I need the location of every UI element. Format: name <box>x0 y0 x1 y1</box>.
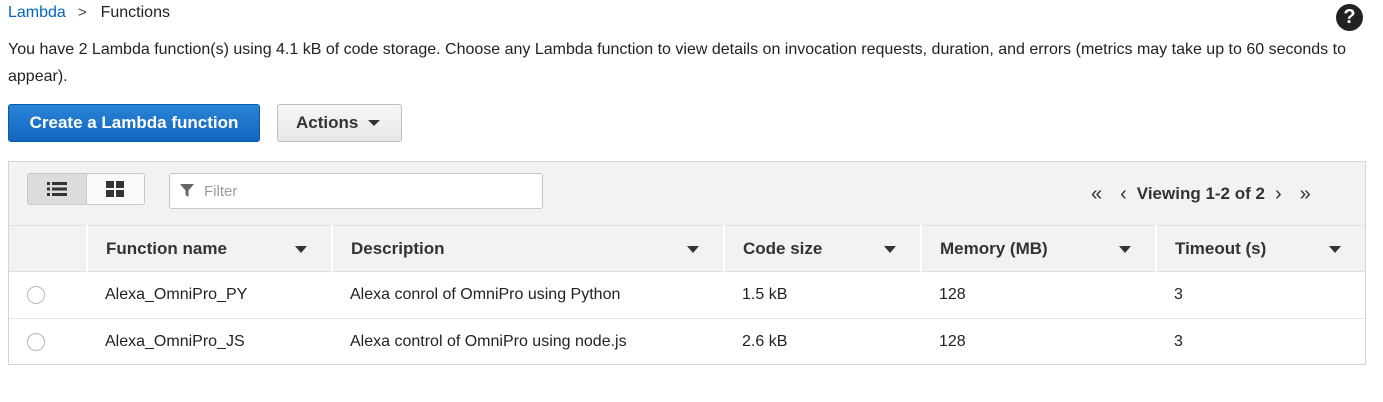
sort-caret-icon[interactable] <box>884 246 896 253</box>
next-page-icon[interactable]: › <box>1275 184 1282 204</box>
sort-caret-icon[interactable] <box>687 246 699 253</box>
last-page-icon[interactable]: » <box>1300 184 1311 204</box>
filter-input[interactable] <box>202 181 526 201</box>
list-view-icon <box>46 182 67 196</box>
breadcrumb: Lambda > Functions <box>8 3 170 23</box>
table-row[interactable]: Alexa_OmniPro_PY Alexa conrol of OmniPro… <box>9 271 1365 319</box>
code-size-cell: 2.6 kB <box>742 333 788 351</box>
timeout-cell: 3 <box>1174 333 1183 351</box>
sort-caret-icon[interactable] <box>1119 246 1131 253</box>
functions-panel: « ‹ Viewing 1-2 of 2 › » Function name <box>8 161 1366 365</box>
first-page-icon[interactable]: « <box>1091 184 1102 204</box>
lambda-functions-page: Lambda > Functions ? You have 2 Lambda f… <box>0 0 1383 402</box>
sort-caret-icon[interactable] <box>1329 246 1341 253</box>
memory-cell: 128 <box>939 333 966 351</box>
table-toolbar: « ‹ Viewing 1-2 of 2 › » <box>9 162 1365 225</box>
breadcrumb-lambda-link[interactable]: Lambda <box>8 3 66 23</box>
column-header-memory[interactable]: Memory (MB) <box>920 225 1156 272</box>
row-select-cell <box>9 271 87 319</box>
list-view-button[interactable] <box>28 174 87 204</box>
column-header-code-size[interactable]: Code size <box>723 225 921 272</box>
pagination: « ‹ Viewing 1-2 of 2 › » <box>1091 184 1311 204</box>
prev-page-icon[interactable]: ‹ <box>1120 184 1127 204</box>
intro-text: You have 2 Lambda function(s) using 4.1 … <box>8 41 1346 85</box>
create-function-button[interactable]: Create a Lambda function <box>8 104 260 142</box>
row-select-cell <box>9 319 87 366</box>
view-toggle <box>27 173 145 205</box>
grid-view-icon <box>106 181 125 197</box>
row-select-radio[interactable] <box>27 285 45 304</box>
filter-icon <box>180 184 194 197</box>
function-name-cell[interactable]: Alexa_OmniPro_PY <box>87 271 332 319</box>
timeout-cell: 3 <box>1156 271 1365 319</box>
column-header-function-name[interactable]: Function name <box>86 225 332 272</box>
sort-caret-icon[interactable] <box>295 246 307 253</box>
breadcrumb-current: Functions <box>100 4 170 21</box>
table-header-row: Function name Description Code size Memo… <box>9 225 1365 272</box>
row-select-radio[interactable] <box>27 333 45 352</box>
select-column-header <box>9 225 87 272</box>
table-row[interactable]: Alexa_OmniPro_JS Alexa control of OmniPr… <box>9 319 1365 366</box>
help-icon[interactable]: ? <box>1336 4 1363 31</box>
pagination-status: Viewing 1-2 of 2 <box>1136 184 1265 203</box>
grid-view-button[interactable] <box>87 174 145 204</box>
column-header-description[interactable]: Description <box>331 225 724 272</box>
functions-table: Function name Description Code size Memo… <box>9 225 1365 366</box>
description-cell: Alexa conrol of OmniPro using Python <box>332 271 724 319</box>
code-size-cell: 1.5 kB <box>724 271 921 319</box>
breadcrumb-separator: > <box>77 4 87 21</box>
filter-field <box>169 173 543 209</box>
column-header-timeout[interactable]: Timeout (s) <box>1155 225 1365 272</box>
chevron-down-icon <box>368 119 381 126</box>
function-name-cell[interactable]: Alexa_OmniPro_JS <box>87 319 332 366</box>
actions-button-label: Actions <box>296 113 359 132</box>
memory-cell: 128 <box>921 271 1156 319</box>
actions-button[interactable]: Actions <box>277 104 402 142</box>
description-cell: Alexa control of OmniPro using node.js <box>350 333 627 351</box>
